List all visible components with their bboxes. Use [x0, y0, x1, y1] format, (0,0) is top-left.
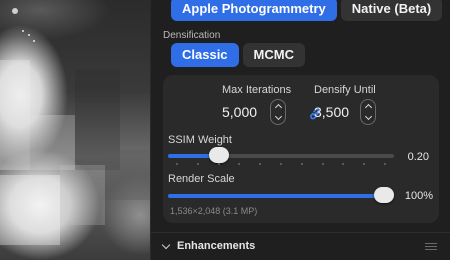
densify-until-value[interactable]: 3,500	[314, 104, 349, 120]
densify-until-label: Densify Until	[314, 84, 376, 96]
speck	[22, 30, 24, 32]
slider-tick	[300, 163, 303, 165]
training-settings-card: Max Iterations 5,000 Densify Until 3,500…	[163, 75, 439, 223]
densification-option-mcmc[interactable]: MCMC	[242, 43, 305, 67]
slider-tick	[384, 163, 386, 165]
slider-tick	[280, 163, 282, 165]
slider-tick	[363, 163, 366, 165]
speck	[33, 40, 35, 42]
ssim-weight-value: 0.20	[407, 151, 429, 163]
ssim-weight-slider[interactable]	[168, 147, 394, 163]
mode-segmented-control: Apple Photogrammetry Native (Beta)	[171, 0, 443, 21]
ssim-weight-thumb[interactable]	[209, 147, 230, 163]
slider-tick	[259, 163, 262, 165]
render-block	[0, 175, 60, 245]
slider-tick	[217, 163, 220, 165]
slider-tick	[196, 163, 199, 165]
densify-until-stepper[interactable]	[360, 99, 376, 125]
speck	[28, 34, 30, 36]
render-block	[0, 60, 30, 170]
max-iterations-label: Max Iterations	[222, 84, 292, 96]
section-divider	[151, 232, 450, 233]
render-scale-fill	[168, 194, 384, 198]
chevron-down-icon[interactable]	[270, 112, 286, 125]
render-scale-slider[interactable]	[168, 187, 394, 203]
mode-option-native[interactable]: Native (Beta)	[340, 0, 443, 21]
slider-tick	[238, 163, 241, 165]
slider-tick	[321, 163, 324, 165]
densification-option-classic[interactable]: Classic	[171, 43, 239, 67]
drag-handle-icon[interactable]	[425, 243, 437, 252]
ssim-weight-label: SSIM Weight	[168, 134, 232, 146]
ssim-weight-ticks	[168, 163, 394, 166]
enhancements-section-header[interactable]: Enhancements	[161, 240, 256, 252]
max-iterations-value[interactable]: 5,000	[222, 104, 257, 120]
chevron-down-icon[interactable]	[360, 112, 376, 125]
viewport-preview[interactable]	[0, 0, 150, 260]
mode-option-apple[interactable]: Apple Photogrammetry	[171, 0, 337, 21]
chevron-up-icon[interactable]	[270, 99, 286, 112]
render-scale-label: Render Scale	[168, 173, 235, 185]
render-block	[60, 165, 105, 225]
slider-tick	[176, 163, 178, 165]
chevron-down-icon	[161, 240, 171, 249]
render-block	[30, 115, 75, 170]
speck	[12, 8, 18, 14]
densification-label: Densification	[163, 30, 221, 41]
render-scale-value: 100%	[404, 190, 433, 202]
settings-panel: Apple Photogrammetry Native (Beta) Densi…	[150, 0, 450, 260]
render-scale-thumb[interactable]	[374, 187, 394, 203]
densification-segmented-control: Classic MCMC	[171, 43, 305, 67]
render-block	[105, 150, 150, 200]
enhancements-label: Enhancements	[177, 240, 256, 252]
chevron-up-icon[interactable]	[360, 99, 376, 112]
max-iterations-stepper[interactable]	[270, 99, 286, 125]
slider-tick	[342, 163, 345, 165]
resolution-readout: 1,536×2,048 (3.1 MP)	[170, 206, 258, 216]
